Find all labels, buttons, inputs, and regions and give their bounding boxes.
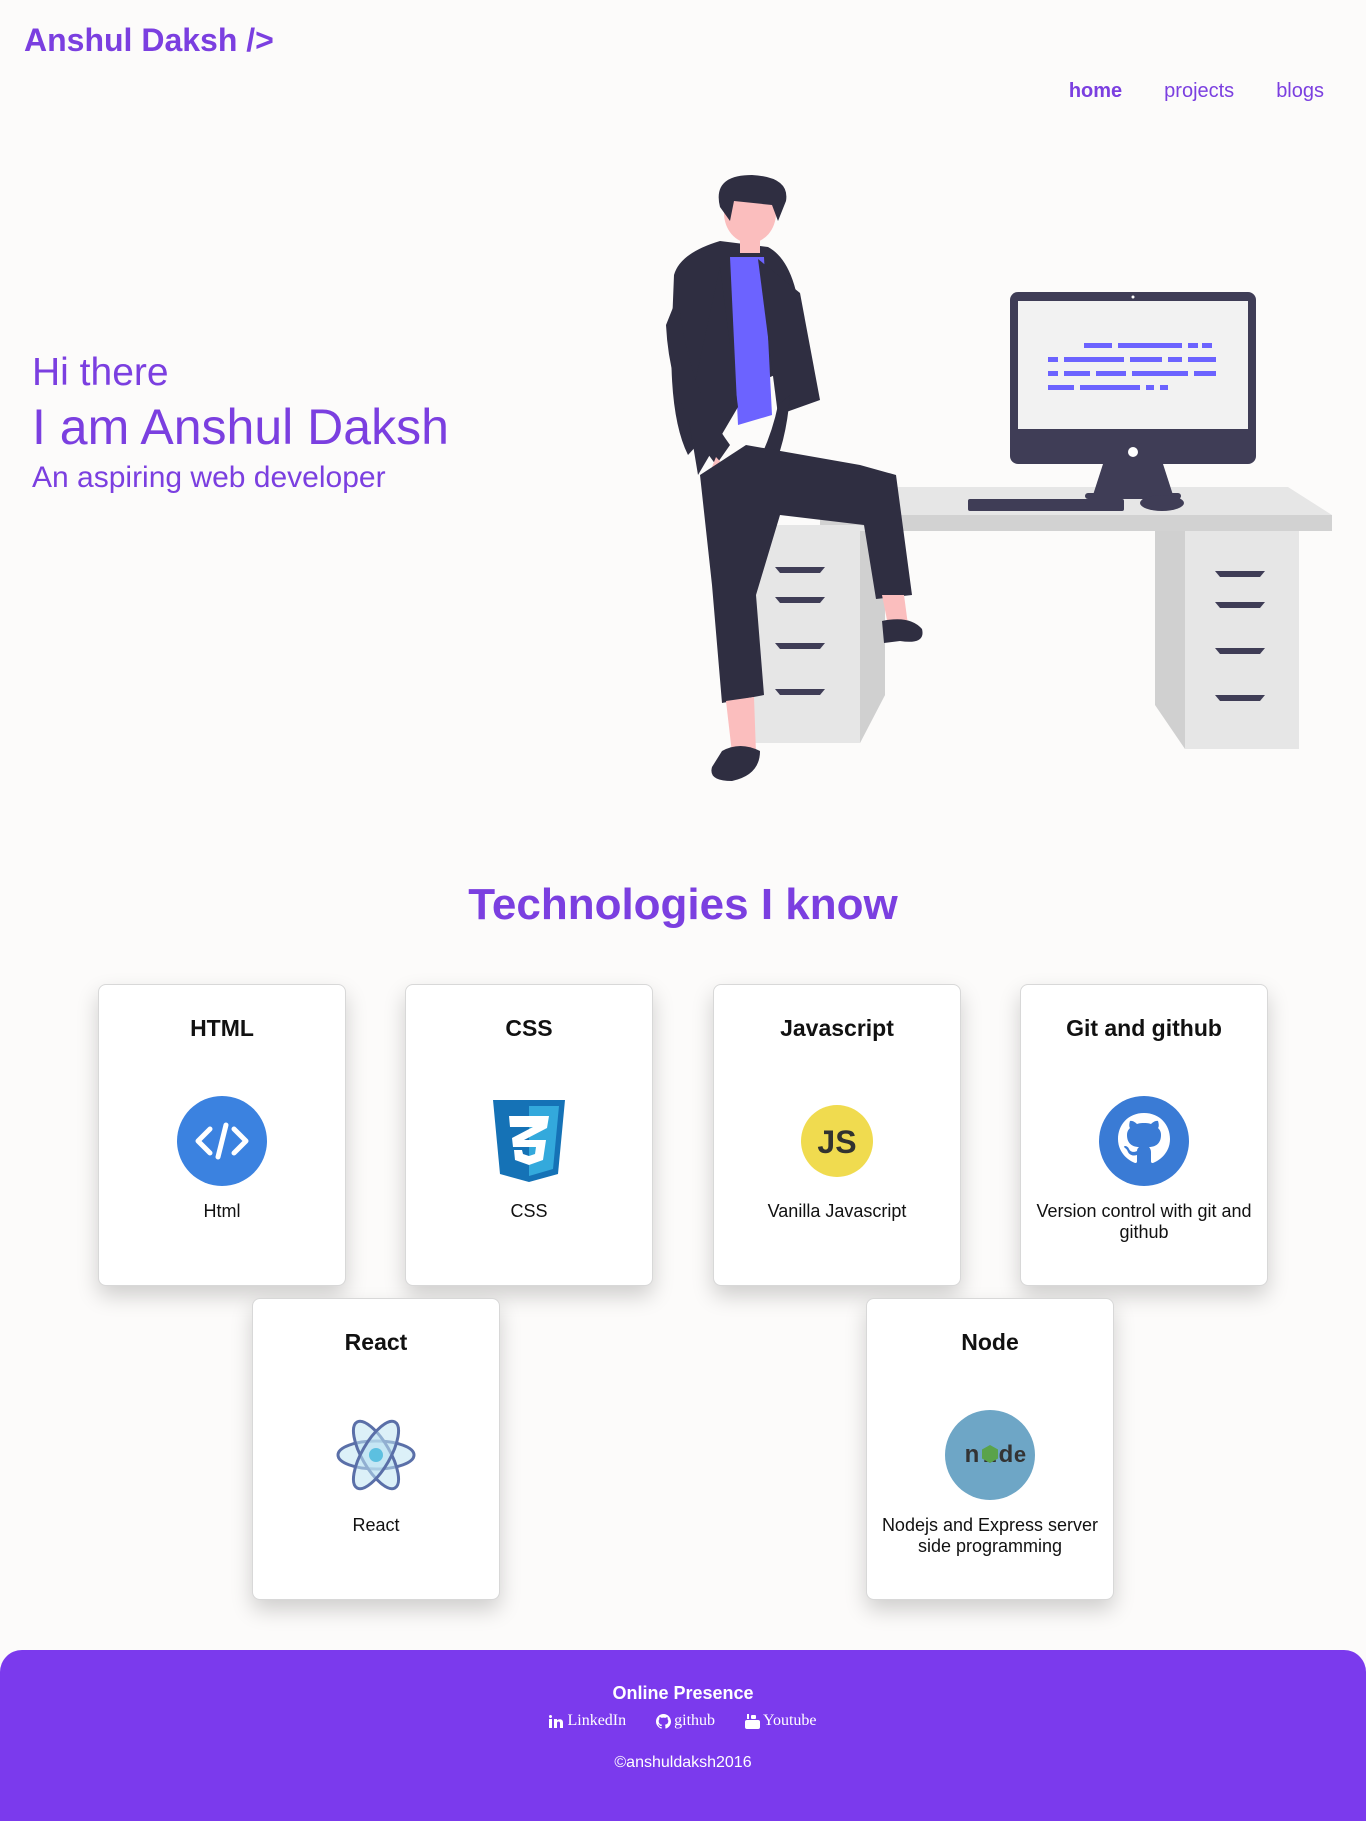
nav-home-link[interactable]: home	[1069, 80, 1122, 103]
nav-projects-link[interactable]: projects	[1164, 80, 1234, 103]
card-description: Html	[203, 1201, 241, 1221]
youtube-link[interactable]: Youtube	[745, 1712, 817, 1730]
site-logo[interactable]: Anshul Daksh />	[24, 22, 274, 59]
linkedin-icon	[549, 1714, 564, 1728]
card-title: Git and github	[1066, 1015, 1222, 1041]
card-title: CSS	[505, 1015, 553, 1041]
card-title: React	[344, 1329, 408, 1355]
js-icon: JS	[791, 1095, 883, 1187]
nav-blogs-link[interactable]: blogs	[1276, 80, 1324, 103]
svg-text:n: n	[965, 1441, 980, 1468]
github-label: github	[674, 1712, 716, 1729]
tech-card-javascript: Javascript JS Vanilla Javascript	[713, 984, 961, 1286]
tech-card-css: CSS CSS	[405, 984, 653, 1286]
svg-text:JS: JS	[817, 1124, 856, 1160]
technologies-heading: Technologies I know	[468, 880, 898, 929]
hero-greeting: Hi there	[32, 351, 169, 394]
card-description: CSS	[510, 1201, 548, 1221]
nodejs-icon: n n d e	[944, 1409, 1036, 1501]
social-links: LinkedIn github Youtube	[0, 1712, 1366, 1730]
card-title: HTML	[190, 1015, 254, 1041]
github-link[interactable]: github	[656, 1712, 715, 1730]
card-description: Vanilla Javascript	[767, 1201, 907, 1221]
github-octocat-icon	[1098, 1095, 1190, 1187]
footer-copyright: ©anshuldaksh2016	[614, 1754, 752, 1771]
react-atom-icon	[330, 1409, 422, 1501]
svg-text:d: d	[999, 1441, 1014, 1468]
github-icon	[656, 1713, 672, 1729]
hero-tagline: An aspiring web developer	[32, 461, 386, 494]
html-code-icon	[176, 1095, 268, 1187]
tech-card-html: HTML Html	[98, 984, 346, 1286]
footer-heading: Online Presence	[612, 1683, 754, 1703]
card-description: React	[352, 1515, 400, 1535]
card-description: Version control with git and github	[1036, 1201, 1252, 1242]
hero-intro: Hi there I am Anshul Daksh An aspiring w…	[32, 350, 449, 498]
linkedin-label: LinkedIn	[567, 1712, 627, 1729]
developer-desk-illustration	[666, 175, 1332, 781]
card-title: Javascript	[780, 1015, 894, 1041]
linkedin-link[interactable]: LinkedIn	[549, 1712, 626, 1730]
css3-shield-icon	[483, 1095, 575, 1187]
youtube-icon	[745, 1713, 761, 1729]
tech-card-react: React React	[252, 1298, 500, 1600]
tech-card-node: Node n n d e Nodejs and Express server s…	[866, 1298, 1114, 1600]
card-description: Nodejs and Express server side programmi…	[881, 1515, 1099, 1556]
tech-card-git: Git and github Version control with git …	[1020, 984, 1268, 1286]
site-footer: Online Presence LinkedIn github Youtube …	[0, 1650, 1366, 1821]
main-nav: home projects blogs	[1069, 80, 1324, 103]
youtube-label: Youtube	[763, 1712, 817, 1729]
svg-text:e: e	[1014, 1442, 1026, 1467]
card-title: Node	[961, 1329, 1019, 1355]
hero-name: I am Anshul Daksh	[32, 399, 449, 455]
